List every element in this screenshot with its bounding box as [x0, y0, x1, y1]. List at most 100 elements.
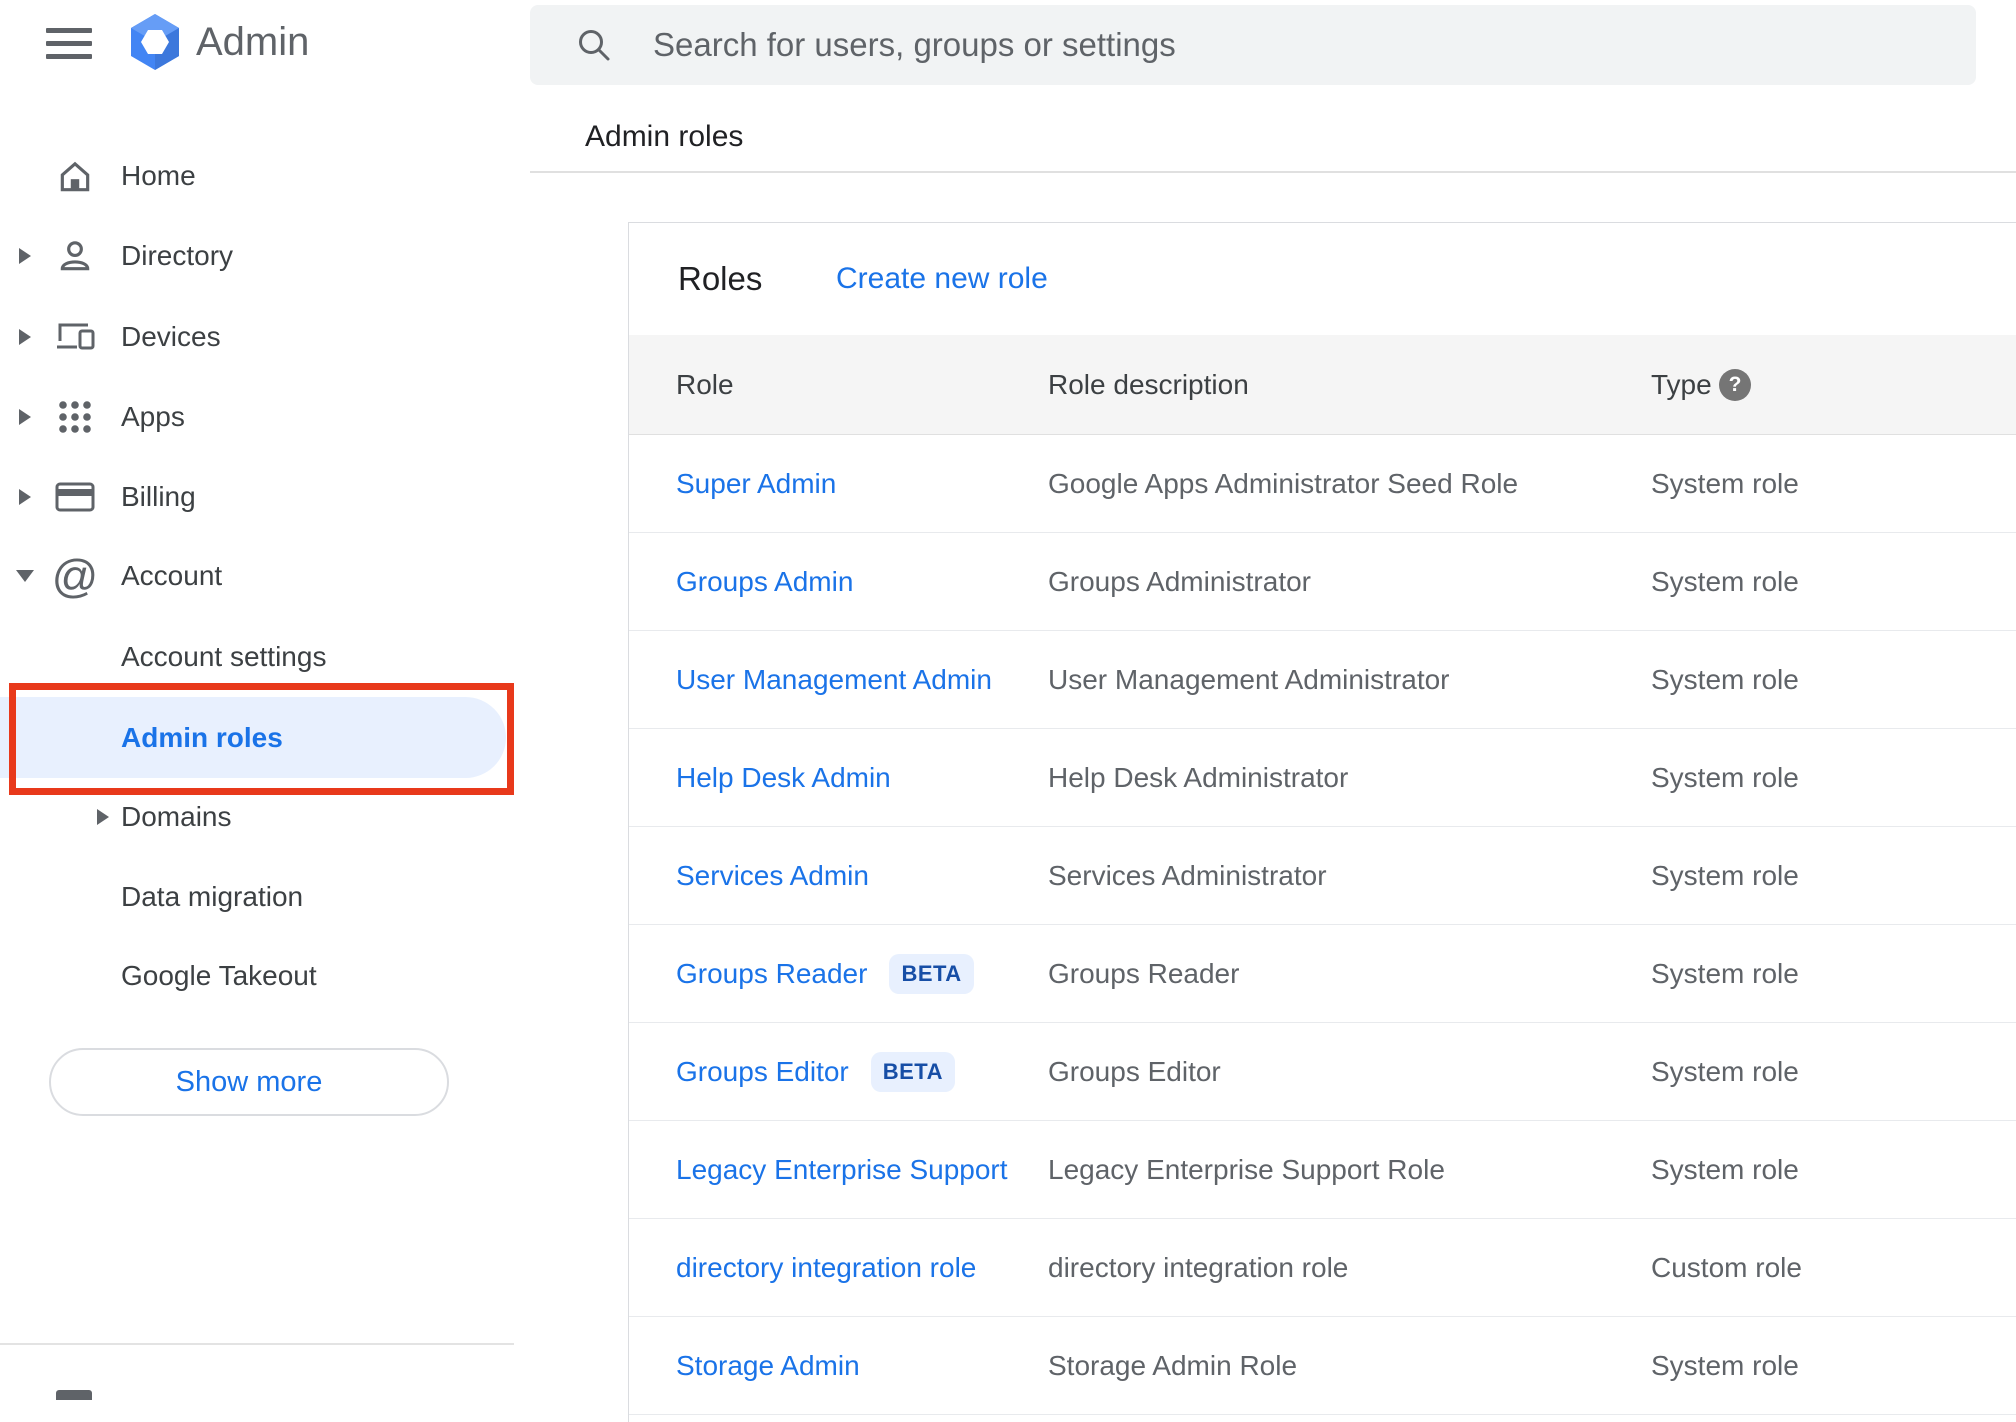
sidebar-item-admin-roles[interactable]: Admin roles [0, 697, 506, 778]
expand-arrow-icon[interactable] [19, 329, 31, 345]
column-header-role: Role [676, 368, 734, 400]
sidebar-item-label: Data migration [121, 881, 304, 912]
create-new-role-link[interactable]: Create new role [836, 262, 1048, 296]
sidebar-item-label: Home [121, 160, 196, 191]
role-type: System role [1651, 1153, 1799, 1185]
sidebar-item-account-settings[interactable]: Account settings [0, 617, 516, 697]
role-description: Groups Administrator [1048, 565, 1311, 597]
sidebar-item-google-takeout[interactable]: Google Takeout [0, 936, 516, 1016]
table-row: Super Admin Google Apps Administrator Se… [629, 435, 2016, 533]
help-icon[interactable]: ? [1719, 368, 1751, 401]
role-description: Groups Reader [1048, 957, 1240, 989]
expand-arrow-icon[interactable] [97, 809, 109, 825]
role-type: System role [1651, 467, 1799, 499]
table-row: directory integration role directory int… [629, 1219, 2016, 1317]
beta-badge: BETA [889, 953, 974, 994]
sidebar-item-account[interactable]: @ Account [0, 536, 516, 616]
table-row: Help Desk Admin Help Desk Administrator … [629, 729, 2016, 827]
table-row: Services Admin Services Administrator Sy… [629, 827, 2016, 925]
sidebar-item-label: Apps [121, 401, 185, 432]
roles-card: Roles Create new role Role Role descript… [628, 222, 2016, 1422]
card-header: Roles Create new role [629, 223, 2016, 335]
sidebar-item-home[interactable]: Home [0, 136, 516, 216]
role-type: System role [1651, 663, 1799, 695]
beta-badge: BETA [870, 1051, 956, 1092]
role-link[interactable]: Services Admin [676, 827, 869, 924]
role-type: System role [1651, 761, 1799, 793]
expand-arrow-icon[interactable] [19, 248, 31, 264]
sidebar-item-label: Account settings [121, 641, 327, 672]
clipped-bottom-icon [56, 1390, 92, 1400]
expand-arrow-icon[interactable] [19, 489, 31, 505]
card-title: Roles [678, 260, 763, 297]
menu-icon[interactable] [46, 27, 92, 59]
role-link[interactable]: directory integration role [676, 1219, 976, 1316]
sidebar-item-billing[interactable]: Billing [0, 457, 516, 537]
role-link[interactable]: User Management Admin [676, 631, 992, 728]
role-type: System role [1651, 1349, 1799, 1381]
sidebar-item-domains[interactable]: Domains [0, 777, 516, 857]
brand-header: Admin [0, 0, 530, 90]
home-icon [55, 156, 95, 196]
role-cell: Groups Editor BETA [676, 1023, 956, 1120]
table-row: User Management Admin User Management Ad… [629, 631, 2016, 729]
billing-card-icon [55, 477, 95, 517]
sidebar-divider [0, 1343, 514, 1345]
breadcrumb: Admin roles [585, 120, 744, 153]
sidebar-item-label: Devices [121, 321, 221, 352]
sidebar-item-label: Billing [121, 481, 196, 512]
sidebar-item-devices[interactable]: Devices [0, 297, 516, 377]
role-description: Storage Admin Role [1048, 1349, 1298, 1381]
sidebar: Admin Home Directory Devices Apps Billin… [0, 0, 530, 1400]
sidebar-item-label: Directory [121, 240, 234, 271]
role-description: Google Apps Administrator Seed Role [1048, 467, 1519, 499]
role-link[interactable]: Groups Editor [676, 1056, 849, 1088]
table-row: Legacy Enterprise Support Legacy Enterpr… [629, 1121, 2016, 1219]
role-description: Groups Editor [1048, 1055, 1221, 1087]
search-icon [575, 26, 613, 64]
sidebar-item-label: Account [121, 560, 223, 591]
role-description: Services Administrator [1048, 859, 1327, 891]
role-type: Custom role [1651, 1251, 1802, 1283]
table-row: Groups Reader BETA Groups Reader System … [629, 925, 2016, 1023]
role-description: User Management Administrator [1048, 663, 1450, 695]
role-description: Legacy Enterprise Support Role [1048, 1153, 1445, 1185]
content-divider [530, 171, 2016, 173]
role-type: System role [1651, 859, 1799, 891]
account-at-icon: @ [51, 550, 99, 602]
search-input[interactable] [651, 25, 1956, 65]
expand-arrow-icon[interactable] [19, 409, 31, 425]
person-icon [55, 236, 95, 276]
sidebar-item-label: Google Takeout [121, 960, 317, 991]
sidebar-item-apps[interactable]: Apps [0, 377, 516, 457]
role-type: System role [1651, 957, 1799, 989]
role-link[interactable]: Help Desk Admin [676, 729, 891, 826]
search-bar[interactable] [530, 5, 1976, 85]
role-cell: Groups Reader BETA [676, 925, 974, 1022]
apps-grid-icon [55, 397, 95, 437]
collapse-arrow-icon[interactable] [16, 570, 34, 582]
column-header-type: Type [1651, 368, 1712, 400]
table-row: Storage Admin Storage Admin Role System … [629, 1317, 2016, 1415]
role-type: System role [1651, 1055, 1799, 1087]
sidebar-item-label: Domains [121, 801, 232, 832]
column-header-role-description: Role description [1048, 368, 1249, 400]
table-header: Role Role description Type ? [629, 335, 2016, 435]
admin-logo-icon [128, 13, 182, 71]
sidebar-item-directory[interactable]: Directory [0, 216, 516, 296]
role-link[interactable]: Storage Admin [676, 1317, 860, 1414]
table-row: Groups Editor BETA Groups Editor System … [629, 1023, 2016, 1121]
role-link[interactable]: Legacy Enterprise Support [676, 1121, 1008, 1218]
sidebar-item-label: Admin roles [121, 721, 283, 753]
role-link[interactable]: Groups Admin [676, 533, 853, 630]
product-name: Admin [196, 20, 310, 64]
table-row: Groups Admin Groups Administrator System… [629, 533, 2016, 631]
devices-icon [55, 317, 95, 357]
role-description: Help Desk Administrator [1048, 761, 1349, 793]
role-description: directory integration role [1048, 1251, 1349, 1283]
role-link[interactable]: Super Admin [676, 435, 836, 532]
role-link[interactable]: Groups Reader [676, 958, 867, 990]
show-more-button[interactable]: Show more [49, 1048, 449, 1116]
sidebar-item-data-migration[interactable]: Data migration [0, 857, 516, 937]
role-type: System role [1651, 565, 1799, 597]
